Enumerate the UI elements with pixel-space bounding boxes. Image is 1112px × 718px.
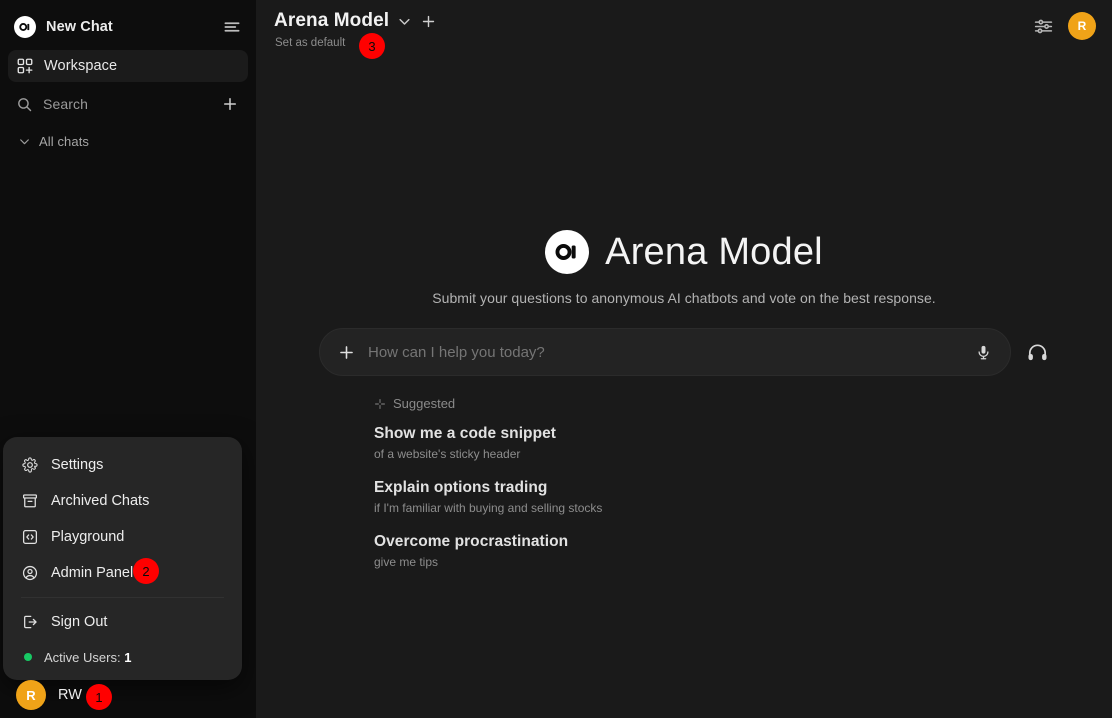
workspace-grid-plus-icon xyxy=(16,57,34,75)
menu-item-label: Settings xyxy=(51,457,104,473)
main-content: Arena Model Set as default R Arena Model… xyxy=(256,0,1112,718)
new-chat-button[interactable]: New Chat xyxy=(8,6,248,48)
app-root: New Chat Workspace Search All chats Sett… xyxy=(0,0,1112,718)
all-chats-label: All chats xyxy=(39,133,90,149)
model-name-label[interactable]: Arena Model xyxy=(274,10,389,32)
sliders-icon[interactable] xyxy=(1032,15,1054,37)
chevron-down-icon xyxy=(18,135,31,148)
search-label: Search xyxy=(43,96,88,112)
archive-icon xyxy=(21,492,39,510)
menu-divider xyxy=(21,597,224,598)
suggested-prompts: Suggested Show me a code snippet of a we… xyxy=(319,396,1049,587)
suggested-prompt-subtitle: of a website's sticky header xyxy=(374,447,521,461)
page-subtitle: Submit your questions to anonymous AI ch… xyxy=(432,290,936,306)
sidebar-search-row[interactable]: Search xyxy=(8,88,248,120)
model-selector-row: Arena Model xyxy=(274,10,437,32)
sparkle-icon xyxy=(374,398,386,410)
suggested-prompt-subtitle: if I'm familiar with buying and selling … xyxy=(374,501,603,515)
status-dot-icon xyxy=(24,653,32,661)
sidebar: New Chat Workspace Search All chats Sett… xyxy=(0,0,256,718)
code-brackets-icon xyxy=(21,528,39,546)
message-input[interactable] xyxy=(368,343,962,361)
annotation-badge-1: 1 xyxy=(86,684,112,710)
model-selector-block: Arena Model Set as default xyxy=(274,10,437,49)
suggested-prompt-title: Explain options trading xyxy=(374,479,548,496)
sign-out-icon xyxy=(21,613,39,631)
workspace-label: Workspace xyxy=(44,58,118,74)
suggested-prompt-subtitle: give me tips xyxy=(374,555,439,569)
active-users-label: Active Users: xyxy=(44,649,121,665)
new-chat-label: New Chat xyxy=(46,19,113,35)
user-circle-icon xyxy=(21,564,39,582)
active-users-status: Active Users: 1 xyxy=(9,642,236,672)
sidebar-all-chats-toggle[interactable]: All chats xyxy=(8,126,248,156)
headphones-icon[interactable] xyxy=(1025,340,1049,364)
gear-icon xyxy=(21,456,39,474)
suggested-label: Suggested xyxy=(393,396,456,411)
active-users-text: Active Users: 1 xyxy=(44,650,131,665)
user-dropdown-menu: Settings Archived Chats Playground Admin… xyxy=(3,437,242,680)
open-webui-logo-icon xyxy=(545,230,590,274)
welcome-area: Arena Model Submit your questions to ano… xyxy=(256,60,1112,718)
menu-item-playground[interactable]: Playground xyxy=(9,519,236,555)
annotation-badge-3: 3 xyxy=(359,33,385,59)
sidebar-top: New Chat Workspace Search All chats xyxy=(0,0,256,156)
attach-plus-icon[interactable] xyxy=(336,342,356,362)
suggested-prompt-item[interactable]: Overcome procrastination give me tips xyxy=(374,533,1049,569)
suggested-prompt-title: Show me a code snippet xyxy=(374,425,556,442)
menu-item-settings[interactable]: Settings xyxy=(9,447,236,483)
sidebar-item-workspace[interactable]: Workspace xyxy=(8,50,248,82)
add-model-plus-icon[interactable] xyxy=(419,12,437,30)
suggested-header: Suggested xyxy=(374,396,1049,411)
active-users-count: 1 xyxy=(124,649,132,665)
page-title: Arena Model xyxy=(605,230,823,273)
composer xyxy=(319,328,1049,376)
menu-item-label: Sign Out xyxy=(51,614,108,630)
search-icon xyxy=(16,96,33,113)
avatar: R xyxy=(16,680,46,710)
user-avatar-button[interactable]: R xyxy=(1068,12,1096,40)
suggested-prompt-title: Overcome procrastination xyxy=(374,533,569,550)
admin-panel-item[interactable]: Admin Panel xyxy=(9,555,236,591)
message-input-box[interactable] xyxy=(319,328,1011,376)
new-chat-plus-icon[interactable] xyxy=(220,94,240,114)
open-webui-logo-icon xyxy=(14,16,36,38)
menu-item-archived-chats[interactable]: Archived Chats xyxy=(9,483,236,519)
top-right-actions: R xyxy=(1032,10,1096,40)
user-name-label: RW xyxy=(58,687,82,703)
hamburger-icon[interactable] xyxy=(222,17,242,37)
chevron-down-icon[interactable] xyxy=(396,13,412,29)
annotation-badge-2: 2 xyxy=(133,558,159,584)
hero-header: Arena Model xyxy=(545,230,823,274)
top-bar: Arena Model Set as default R xyxy=(256,0,1112,60)
user-profile-row[interactable]: R RW xyxy=(0,672,256,718)
suggested-prompt-item[interactable]: Show me a code snippet of a website's st… xyxy=(374,425,1049,461)
set-as-default[interactable]: Set as default xyxy=(274,37,437,49)
menu-item-label: Archived Chats xyxy=(51,493,150,509)
menu-item-sign-out[interactable]: Sign Out xyxy=(9,604,236,640)
menu-item-label: Playground xyxy=(51,529,125,545)
suggested-prompt-item[interactable]: Explain options trading if I'm familiar … xyxy=(374,479,1049,515)
menu-item-label: Admin Panel xyxy=(51,565,134,581)
microphone-icon[interactable] xyxy=(974,343,992,361)
